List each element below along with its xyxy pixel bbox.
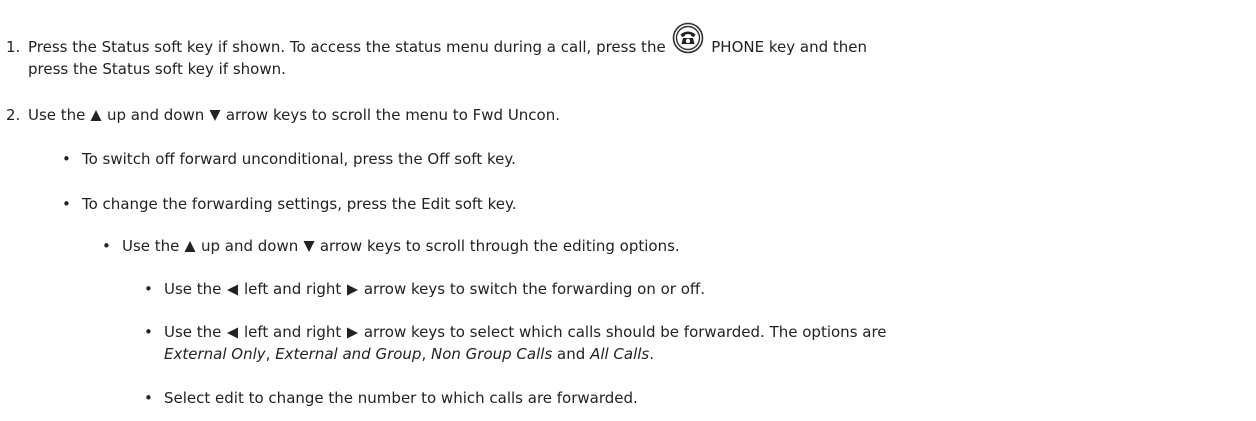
list-item-text-cont: arrow keys to select which calls should …: [363, 323, 887, 341]
list-item-text: Select edit to change the number to whic…: [164, 389, 638, 407]
list-item: • Use the left and right arrow keys to s…: [144, 278, 1248, 300]
list-item-text: To switch off forward unconditional, pre…: [82, 150, 516, 168]
list-item: • To switch off forward unconditional, p…: [62, 148, 1248, 170]
step-1: 1. Press the Status soft key if shown. T…: [0, 22, 1248, 80]
bullet-icon: •: [144, 323, 153, 341]
option-all-calls: All Calls: [590, 345, 650, 363]
separator: ,: [265, 345, 271, 363]
list-item-text: Use the: [164, 323, 222, 341]
right-arrow-icon: [346, 323, 359, 341]
conjunction: and: [557, 345, 586, 363]
list-item: • Use the left and right arrow keys to s…: [144, 321, 1248, 365]
up-down-label: up and down: [106, 106, 205, 124]
option-external-only: External Only: [164, 345, 266, 363]
option-external-and-group: External and Group: [275, 345, 422, 363]
left-right-label: left and right: [243, 323, 342, 341]
right-arrow-icon: [346, 280, 359, 298]
left-arrow-icon: [226, 280, 239, 298]
step-2: 2. Use the up and down arrow keys to scr…: [0, 104, 1248, 126]
up-arrow-icon: [90, 106, 102, 124]
option-non-group-calls: Non Group Calls: [431, 345, 553, 363]
list-item-text-cont: arrow keys to switch the forwarding on o…: [363, 280, 706, 298]
bullet-icon: •: [144, 280, 153, 298]
step-1-text-cont: press the Status soft key if shown.: [28, 60, 286, 78]
up-arrow-icon: [184, 237, 196, 255]
down-arrow-icon: [209, 106, 221, 124]
bullet-icon: •: [62, 150, 71, 168]
separator: ,: [421, 345, 427, 363]
bullet-icon: •: [144, 389, 153, 407]
list-item-text: Use the: [122, 237, 180, 255]
up-down-label: up and down: [200, 237, 299, 255]
list-item: • Select edit to change the number to wh…: [144, 387, 1248, 409]
phone-key-label: PHONE key and then: [711, 38, 867, 56]
left-right-label: left and right: [243, 280, 342, 298]
step-1-text: Press the Status soft key if shown. To a…: [28, 38, 666, 56]
terminator: .: [649, 345, 655, 363]
list-item-text: To change the forwarding settings, press…: [82, 195, 517, 213]
bullet-icon: •: [102, 237, 111, 255]
phone-key-icon: [670, 22, 706, 58]
step-2-text: Use the: [28, 106, 86, 124]
list-item-text: Use the: [164, 280, 222, 298]
step-number: 2.: [6, 106, 21, 124]
step-number: 1.: [6, 38, 21, 56]
list-item: • To change the forwarding settings, pre…: [62, 193, 1248, 215]
list-item-text-cont: arrow keys to scroll through the editing…: [319, 237, 680, 255]
down-arrow-icon: [303, 237, 315, 255]
bullet-icon: •: [62, 195, 71, 213]
left-arrow-icon: [226, 323, 239, 341]
step-2-text-cont: arrow keys to scroll the menu to Fwd Unc…: [225, 106, 561, 124]
list-item: • Use the up and down arrow keys to scro…: [102, 235, 1248, 257]
